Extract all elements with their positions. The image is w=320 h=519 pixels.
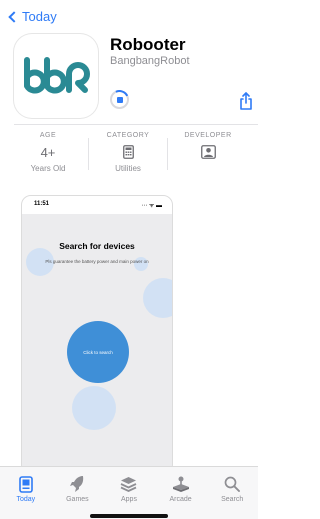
status-bar: 11:51 ⋯ ᯤ ▬: [22, 196, 172, 214]
category-label: CATEGORY: [106, 132, 150, 139]
separator: [88, 138, 89, 170]
tab-label: Search: [221, 496, 244, 503]
stop-icon: [116, 96, 123, 103]
app-icon[interactable]: [14, 34, 98, 118]
joystick-icon: [155, 475, 207, 493]
download-progress-button[interactable]: [107, 87, 132, 112]
category-sub: Utilities: [115, 164, 141, 173]
back-label: Today: [22, 9, 57, 24]
search-icon: [206, 475, 258, 493]
calculator-icon: [88, 144, 168, 160]
info-category[interactable]: CATEGORY Utilities: [88, 124, 168, 184]
today-icon: [0, 475, 52, 493]
developer-label: DEVELOPER: [184, 132, 232, 139]
search-button-label: Click to search: [83, 349, 113, 355]
tab-label: Apps: [121, 496, 137, 503]
chevron-left-icon: [8, 10, 20, 23]
person-icon: [168, 144, 248, 160]
app-name: Robooter: [110, 35, 186, 54]
tab-search[interactable]: Search: [206, 467, 258, 519]
home-indicator: [90, 514, 168, 518]
info-age: AGE 4+ Years Old: [8, 124, 88, 184]
tab-bar: Today Games Apps Arcade Search: [0, 466, 258, 519]
info-developer[interactable]: DEVELOPER: [168, 124, 248, 184]
tab-label: Today: [16, 496, 36, 503]
tab-games[interactable]: Games: [52, 467, 104, 519]
info-row: AGE 4+ Years Old CATEGORY Utilities DEVE…: [0, 124, 258, 184]
tab-label: Arcade: [169, 496, 192, 503]
search-devices-button: Click to search: [67, 321, 129, 383]
age-sub: Years Old: [30, 164, 66, 173]
rocket-icon: [52, 475, 104, 493]
bbr-logo-icon: [24, 57, 90, 94]
decor-bubble: [72, 386, 116, 430]
share-icon[interactable]: [238, 92, 254, 110]
tab-apps[interactable]: Apps: [103, 467, 155, 519]
apps-stack-icon: [103, 475, 155, 493]
status-time: 11:51: [34, 201, 50, 207]
back-button[interactable]: Today: [6, 9, 57, 24]
decor-bubble: [143, 278, 172, 318]
screenshot-subtitle: Pls guarantee the battery power and main…: [45, 259, 149, 264]
tab-arcade[interactable]: Arcade: [155, 467, 207, 519]
app-developer-link[interactable]: BangbangRobot: [110, 55, 190, 67]
age-label: AGE: [39, 132, 57, 139]
status-icons: ⋯ ᯤ ▬: [141, 203, 162, 209]
app-screenshot[interactable]: 11:51 ⋯ ᯤ ▬ Search for devices Pls guara…: [21, 195, 173, 475]
tab-label: Games: [66, 496, 89, 503]
tab-today[interactable]: Today: [0, 467, 52, 519]
age-value: 4+: [40, 144, 56, 160]
